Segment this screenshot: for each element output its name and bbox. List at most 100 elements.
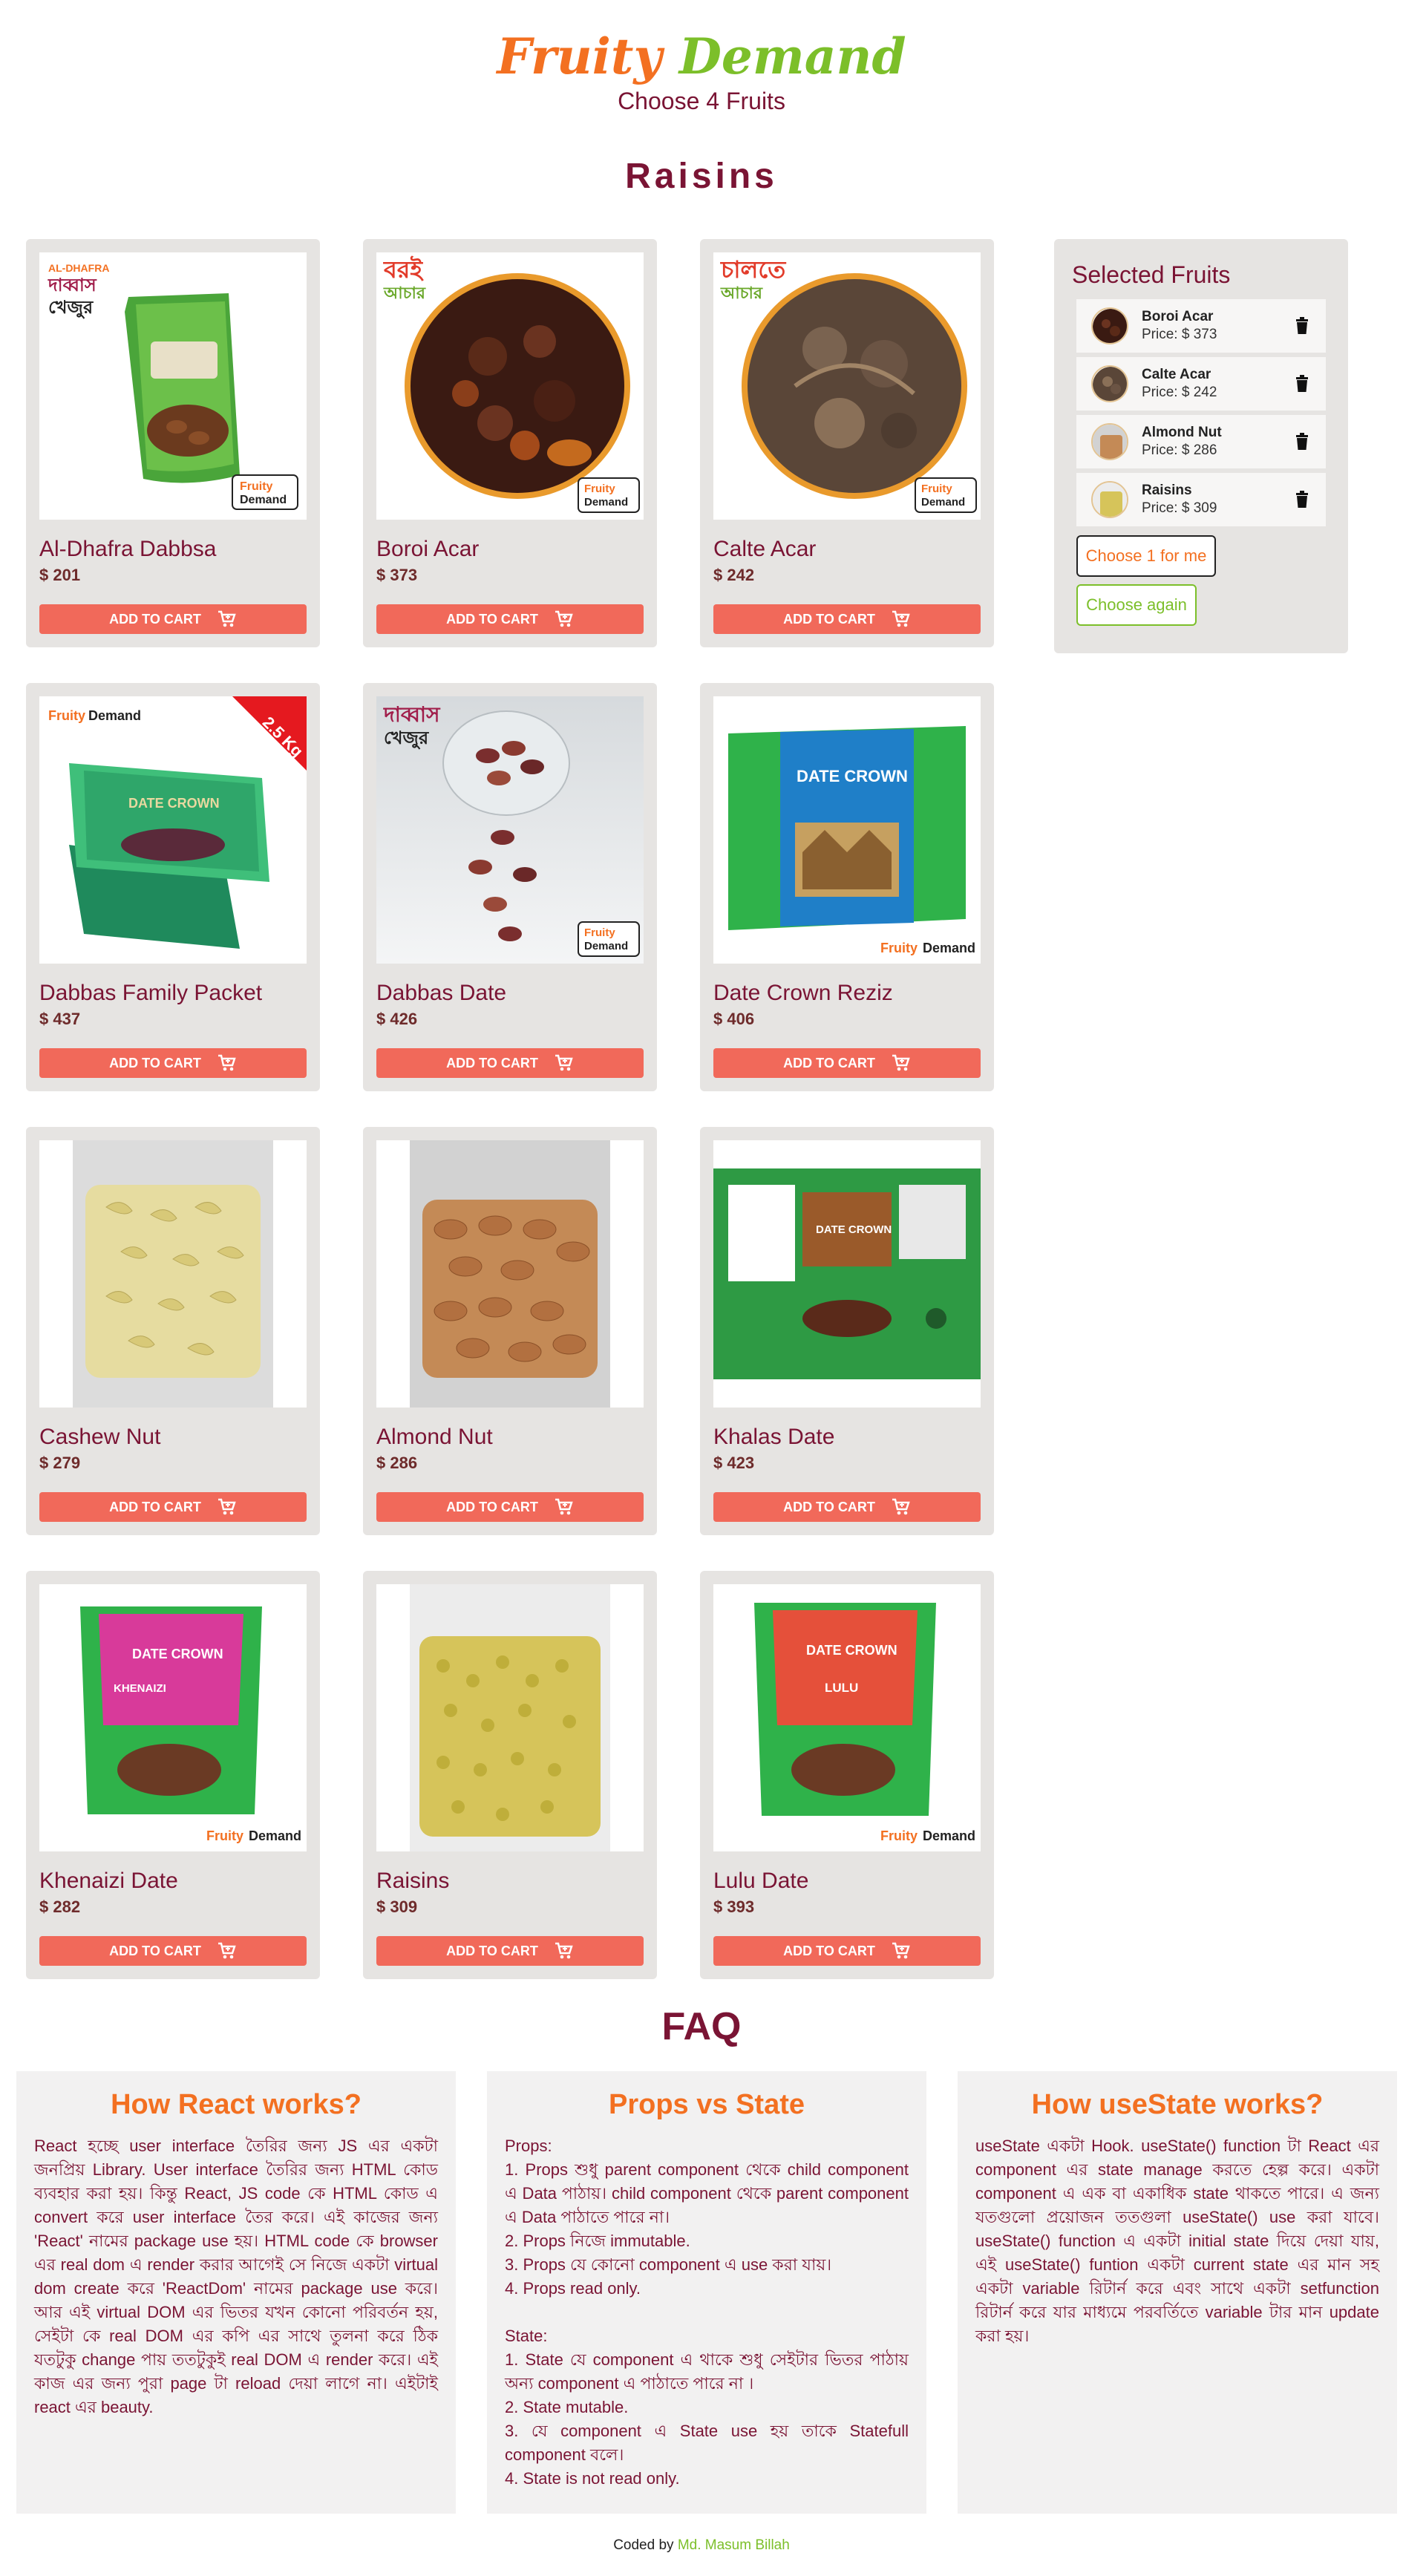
product-card: Almond Nut $ 286 ADD TO CART <box>363 1127 657 1535</box>
choose-again-button[interactable]: Choose again <box>1076 584 1197 626</box>
cart-icon <box>555 1942 574 1960</box>
add-to-cart-button[interactable]: ADD TO CART <box>376 604 644 634</box>
svg-text:Fruity: Fruity <box>880 941 918 955</box>
product-card: Cashew Nut $ 279 ADD TO CART <box>26 1127 320 1535</box>
product-card: বরই আচার Fruity Demand Boroi Acar $ 373 … <box>363 239 657 647</box>
product-grid: AL-DHAFRA দাব্বাস খেজুর Fruity Demand Al… <box>26 239 1006 1979</box>
selected-item-name: Raisins <box>1142 483 1192 498</box>
cart-icon <box>892 610 911 628</box>
selected-fruits-panel: Selected Fruits Boroi Acar Price: $ 373 C… <box>1054 239 1348 653</box>
product-card: DATE CROWN LULU Fruity Demand Lulu Date … <box>700 1571 994 1979</box>
product-price: $ 279 <box>39 1454 81 1472</box>
trash-icon[interactable] <box>1295 491 1309 509</box>
selected-item-thumbnail <box>1091 365 1128 402</box>
footer-author-link[interactable]: Md. Masum Billah <box>678 2537 790 2553</box>
add-to-cart-label: ADD TO CART <box>109 611 201 627</box>
add-to-cart-button[interactable]: ADD TO CART <box>713 1048 981 1078</box>
add-to-cart-button[interactable]: ADD TO CART <box>39 1048 307 1078</box>
logo-word-demand: Demand <box>678 27 906 85</box>
svg-text:Demand: Demand <box>584 496 628 509</box>
product-name: Boroi Acar <box>376 537 480 561</box>
selected-item-price: Price: $ 309 <box>1142 500 1217 516</box>
product-price: $ 286 <box>376 1454 418 1472</box>
cart-icon <box>218 1498 237 1516</box>
svg-text:Fruity: Fruity <box>584 926 615 939</box>
trash-icon[interactable] <box>1295 375 1309 393</box>
cart-icon <box>555 1498 574 1516</box>
add-to-cart-label: ADD TO CART <box>783 611 875 627</box>
svg-text:খেজুর: খেজুর <box>48 297 94 319</box>
product-image: 2.5 Kg Fruity Demand DATE CROWN <box>39 696 307 964</box>
product-price: $ 282 <box>39 1897 81 1916</box>
product-name: Cashew Nut <box>39 1425 161 1449</box>
selected-item: Boroi Acar Price: $ 373 <box>1076 299 1326 353</box>
svg-text:খেজুর: খেজুর <box>384 728 429 750</box>
product-card: AL-DHAFRA দাব্বাস খেজুর Fruity Demand Al… <box>26 239 320 647</box>
svg-text:Fruity: Fruity <box>240 480 273 493</box>
faq-card-props-state: Props vs State Props: 1. Props শুধু pare… <box>487 2071 926 2514</box>
product-name: Date Crown Reziz <box>713 981 893 1005</box>
selected-item-price: Price: $ 373 <box>1142 327 1217 342</box>
product-image: DATE CROWN KHENAIZI Fruity Demand <box>39 1584 307 1851</box>
svg-text:KHENAIZI: KHENAIZI <box>114 1682 166 1695</box>
product-name: Khalas Date <box>713 1425 835 1449</box>
selected-list: Boroi Acar Price: $ 373 Calte Acar Price: … <box>1072 299 1330 526</box>
product-image: DATE CROWN Fruity Demand <box>713 696 981 964</box>
product-price: $ 201 <box>39 566 81 584</box>
product-price: $ 242 <box>713 566 755 584</box>
svg-text:DATE CROWN: DATE CROWN <box>816 1223 892 1236</box>
selected-item-name: Almond Nut <box>1142 425 1222 440</box>
add-to-cart-button[interactable]: ADD TO CART <box>39 604 307 634</box>
faq-card-react: How React works? React হচ্ছে user interf… <box>16 2071 456 2514</box>
site-logo[interactable]: Fruity Demand <box>0 27 1403 86</box>
selected-item-name: Boroi Acar <box>1142 309 1214 324</box>
add-to-cart-button[interactable]: ADD TO CART <box>39 1936 307 1966</box>
product-image: AL-DHAFRA দাব্বাস খেজুর Fruity Demand <box>39 252 307 520</box>
svg-text:Fruity: Fruity <box>921 483 952 495</box>
choose-one-for-me-button[interactable]: Choose 1 for me <box>1076 535 1216 577</box>
logo-word-fruity: Fruity <box>497 27 662 85</box>
add-to-cart-label: ADD TO CART <box>446 1943 538 1958</box>
add-to-cart-label: ADD TO CART <box>783 1055 875 1070</box>
faq-card-title: How useState works? <box>1031 2089 1324 2120</box>
product-name: Raisins <box>376 1869 450 1893</box>
svg-text:আচার: আচার <box>720 284 763 303</box>
add-to-cart-button[interactable]: ADD TO CART <box>713 604 981 634</box>
svg-text:Fruity: Fruity <box>206 1828 243 1843</box>
faq-section: How React works? React হচ্ছে user interf… <box>16 2071 1402 2514</box>
page-footer: Coded by Md. Masum Billah <box>0 2537 1403 2554</box>
selected-item-thumbnail <box>1091 307 1128 344</box>
product-name: Al-Dhafra Dabbsa <box>39 537 217 561</box>
cart-icon <box>555 1054 574 1072</box>
svg-text:আচার: আচার <box>383 284 426 303</box>
add-to-cart-button[interactable]: ADD TO CART <box>713 1492 981 1522</box>
product-image: বরই আচার Fruity Demand <box>376 252 644 520</box>
selected-fruits-title: Selected Fruits <box>1072 261 1231 288</box>
add-to-cart-button[interactable]: ADD TO CART <box>713 1936 981 1966</box>
product-card: 2.5 Kg Fruity Demand DATE CROWN Dabbas F… <box>26 683 320 1091</box>
product-image: দাব্বাস খেজুর Fruity Demand <box>376 696 644 964</box>
selected-item-name: Calte Acar <box>1142 367 1211 382</box>
add-to-cart-button[interactable]: ADD TO CART <box>376 1936 644 1966</box>
faq-card-usestate: How useState works? useState একটা Hook. … <box>958 2071 1397 2514</box>
svg-text:Demand: Demand <box>923 1828 975 1843</box>
svg-text:Demand: Demand <box>584 940 628 952</box>
svg-text:দাব্বাস: দাব্বাস <box>383 702 441 727</box>
svg-text:AL-DHAFRA: AL-DHAFRA <box>48 262 109 274</box>
svg-text:DATE CROWN: DATE CROWN <box>797 767 908 785</box>
cart-icon <box>218 1054 237 1072</box>
add-to-cart-button[interactable]: ADD TO CART <box>39 1492 307 1522</box>
faq-card-title: How React works? <box>111 2089 362 2120</box>
trash-icon[interactable] <box>1295 317 1309 335</box>
faq-card-title: Props vs State <box>609 2089 805 2120</box>
cart-icon <box>555 610 574 628</box>
add-to-cart-button[interactable]: ADD TO CART <box>376 1048 644 1078</box>
trash-icon[interactable] <box>1295 433 1309 451</box>
svg-text:Fruity: Fruity <box>584 483 615 495</box>
add-to-cart-label: ADD TO CART <box>446 1499 538 1514</box>
add-to-cart-label: ADD TO CART <box>109 1499 201 1514</box>
add-to-cart-button[interactable]: ADD TO CART <box>376 1492 644 1522</box>
svg-text:Demand: Demand <box>923 941 975 955</box>
add-to-cart-label: ADD TO CART <box>783 1499 875 1514</box>
product-card: দাব্বাস খেজুর Fruity Demand Dabbas Date … <box>363 683 657 1091</box>
